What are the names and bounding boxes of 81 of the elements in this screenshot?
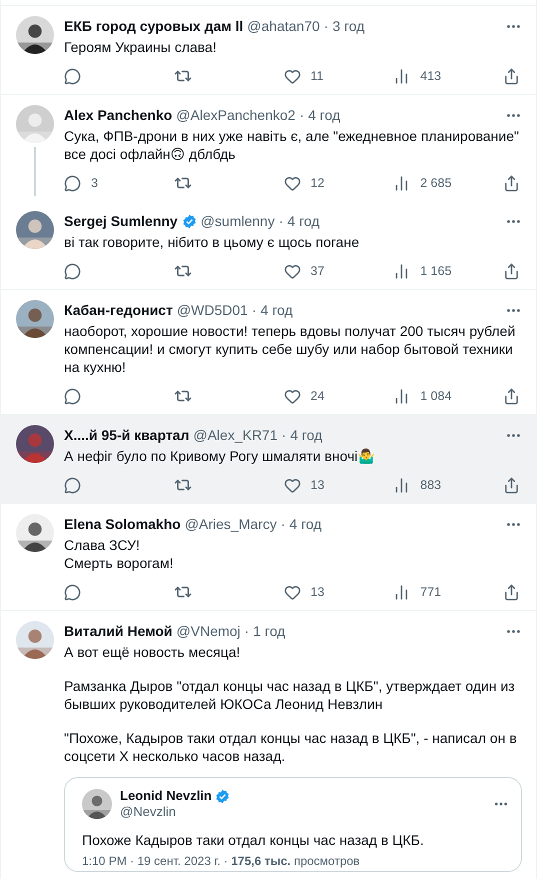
like-button[interactable]: 37 [284, 262, 344, 280]
speech-bubble-icon [64, 584, 81, 600]
reply-button[interactable]: 3 [64, 174, 124, 192]
speech-bubble-icon [64, 174, 81, 192]
author-handle[interactable]: @sumlenny [200, 213, 275, 229]
views-button[interactable]: 1 084 [393, 388, 454, 404]
share-button[interactable] [503, 476, 520, 494]
post-time[interactable]: 4 год [289, 516, 322, 532]
author-handle[interactable]: @WD5D01 [176, 302, 248, 318]
views-button[interactable]: 771 [393, 584, 454, 600]
author-handle[interactable]: @AlexPanchenko2 [176, 107, 296, 123]
author-handle[interactable]: @Alex_KR71 [193, 427, 278, 443]
share-button[interactable] [503, 584, 520, 600]
separator-dot: · [244, 623, 250, 639]
author-name[interactable]: Кабан-гедонист [64, 302, 173, 318]
share-button[interactable] [503, 174, 520, 192]
post-text: А нефіг було по Кривому Рогу шмаляти вночі🤷‍♂ [64, 447, 376, 465]
views-button[interactable]: 883 [393, 476, 454, 494]
share-icon [503, 388, 520, 404]
author-handle[interactable]: @VNemoj [176, 623, 240, 639]
share-button[interactable] [503, 262, 520, 280]
separator-dot: · [282, 427, 286, 443]
heart-icon [284, 68, 300, 84]
author-handle[interactable]: @Aries_Marcy [184, 516, 277, 532]
share-icon [503, 476, 520, 494]
heart-icon [284, 388, 300, 404]
separator-dot: · [299, 107, 304, 123]
post-time[interactable]: 4 год [260, 302, 293, 318]
like-button[interactable]: 13 [284, 476, 344, 494]
author-name[interactable]: Х....й 95-й квартал [64, 427, 190, 443]
post-text: Героям Украины слава! [64, 38, 218, 56]
author-name[interactable]: Sergej Sumlenny [64, 213, 178, 229]
speech-bubble-icon [64, 476, 81, 494]
heart-icon [284, 584, 300, 600]
share-button[interactable] [503, 68, 520, 84]
heart-icon [284, 262, 300, 280]
post-time[interactable]: 3 год [332, 18, 365, 34]
tweet-card[interactable]: Х....й 95-й квартал @Alex_KR71 · 4 год А нефіг було по Кривому Рогу шмаляти вночі🤷‍♂ 13 883 [1, 414, 536, 503]
share-icon [503, 174, 520, 192]
post-time[interactable]: 4 год [290, 427, 322, 443]
post-text: "Похоже, Кадыров таки отдал концы час назад в ЦКБ", - написал он в соцсети Х несколько часов назад. [64, 729, 518, 765]
post-text: Смерть ворогам! [64, 554, 174, 572]
speech-bubble-icon [64, 388, 81, 404]
heart-icon [284, 476, 300, 494]
post-time[interactable]: 1 год [253, 623, 286, 639]
share-icon [503, 262, 520, 280]
share-button[interactable] [503, 388, 520, 404]
post-time[interactable]: 4 год [308, 107, 340, 123]
separator-dot: · [252, 302, 257, 318]
share-icon [503, 584, 520, 600]
post-text: А вот ещё новость месяца! [64, 643, 242, 661]
author-name[interactable]: Alex Panchenko [64, 107, 172, 123]
speech-bubble-icon [64, 68, 81, 84]
views-button[interactable]: 413 [393, 68, 454, 84]
views-button[interactable]: 1 165 [393, 262, 454, 280]
views-button[interactable]: 2 685 [393, 174, 454, 192]
separator-dot: · [280, 516, 286, 532]
post-time[interactable]: 4 год [287, 213, 320, 229]
author-name[interactable]: Elena Solomakho [64, 516, 181, 532]
separator-dot: · [278, 213, 284, 229]
author-handle[interactable]: @Nevzlin [120, 804, 230, 820]
like-button[interactable]: 24 [284, 388, 344, 404]
like-button[interactable]: 12 [284, 174, 344, 192]
speech-bubble-icon [64, 262, 81, 280]
post-text: ві так говорите, нібито в цьому є щось погане [64, 233, 360, 251]
post-text: Рамзанка Дыров "отдал концы час назад в ЦКБ", утверждает один из бывших руководителей ЮКОСа Леонид Невзлин [64, 677, 516, 713]
quoted-post[interactable]: Leonid Nevzlin @Nevzlin Похоже Кадыров таки отдал концы час назад в ЦКБ. 1:10 PM · 19 сент. 2023 г. · 175,6 тыс. просмотров [64, 777, 522, 872]
heart-icon [284, 174, 300, 192]
author-name[interactable]: Leonid Nevzlin [120, 788, 212, 804]
post-text: Похоже Кадыров таки отдал концы час назад в ЦКБ. [82, 832, 425, 848]
share-icon [503, 68, 520, 84]
separator-dot: · [324, 18, 328, 34]
post-meta: 1:10 PM · 19 сент. 2023 г. · 175,6 тыс. просмотров [82, 854, 361, 868]
author-name[interactable]: ЕКБ город суровых дам ll [64, 18, 244, 34]
author-name[interactable]: Виталий Немой [64, 623, 172, 639]
like-button[interactable]: 13 [284, 584, 344, 600]
like-button[interactable]: 11 [284, 68, 344, 84]
post-text: наоборот, хорошие новости! теперь вдовы получат 200 тысяч рублей компенсации! и смогут купить себе шубу или набор бытовой техники на кухню! [64, 322, 516, 376]
author-handle[interactable]: @ahatan70 [247, 18, 320, 34]
post-text: Сука, ФПВ-дрони в них уже навіть є, але "ежедневное планирование" все досі офлайн🙃 дблбдь [64, 127, 520, 163]
post-text: Слава ЗСУ! [64, 536, 141, 554]
